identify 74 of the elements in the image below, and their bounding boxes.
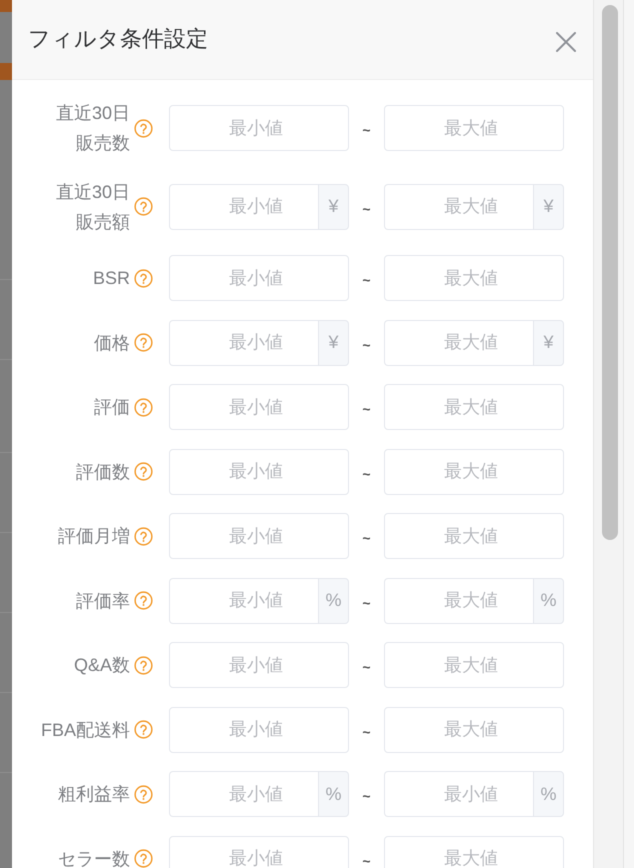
header-bar	[0, 0, 12, 12]
max-input[interactable]: 最大値	[384, 836, 564, 868]
unit-suffix: %	[533, 578, 564, 624]
help-icon[interactable]	[134, 398, 153, 416]
filter-label: 価格	[93, 332, 130, 354]
max-input[interactable]: 最小値	[384, 771, 533, 817]
range-separator: ~	[362, 336, 371, 352]
min-input[interactable]: 最小値	[169, 255, 349, 301]
min-input[interactable]: 最小値	[169, 836, 349, 868]
help-icon[interactable]	[134, 656, 153, 674]
max-input[interactable]: 最大値	[384, 513, 564, 559]
range-separator: ~	[362, 787, 371, 804]
help-icon[interactable]	[134, 462, 153, 481]
max-input[interactable]: 最大値	[384, 184, 533, 230]
unit-suffix: %	[318, 771, 349, 817]
help-icon[interactable]	[134, 526, 153, 546]
help-icon[interactable]	[134, 197, 153, 216]
max-input[interactable]: 最大値	[384, 105, 564, 151]
max-input[interactable]: 最大値	[384, 706, 564, 752]
max-input[interactable]: 最大値	[384, 320, 533, 366]
help-icon[interactable]	[134, 118, 153, 138]
max-input[interactable]: 最大値	[384, 448, 564, 494]
help-icon[interactable]	[134, 784, 153, 804]
range-separator: ~	[362, 121, 371, 138]
filter-label: 直近30日販売額	[54, 180, 130, 234]
range-separator: ~	[362, 464, 371, 482]
filter-label: 評価率	[75, 590, 130, 612]
unit-suffix: %	[318, 578, 349, 624]
filter-label: 直近30日販売数	[54, 102, 130, 155]
range-separator: ~	[362, 400, 371, 417]
min-input[interactable]: 最小値	[169, 706, 349, 752]
range-separator: ~	[362, 529, 371, 546]
range-separator: ~	[362, 852, 371, 868]
filter-label: BSR	[92, 267, 130, 290]
nav-bar	[0, 63, 12, 80]
filter-label: セラー数	[57, 848, 130, 868]
close-button[interactable]	[555, 30, 577, 52]
min-input[interactable]: 最小値	[169, 184, 318, 230]
unit-suffix: ¥	[318, 184, 349, 230]
filter-label: 評価	[93, 396, 130, 419]
filter-label: Q&A数	[72, 654, 130, 677]
range-separator: ~	[362, 200, 371, 216]
min-input[interactable]: 最小値	[169, 105, 349, 151]
max-input[interactable]: 最大値	[384, 642, 564, 688]
help-icon[interactable]	[134, 591, 153, 610]
unit-suffix: ¥	[533, 320, 564, 366]
min-input[interactable]: 最小値	[169, 578, 318, 624]
range-separator: ~	[362, 271, 371, 288]
max-input[interactable]: 最大値	[384, 578, 533, 624]
range-separator: ~	[362, 594, 371, 610]
unit-suffix: ¥	[533, 184, 564, 230]
max-input[interactable]: 最大値	[384, 255, 564, 301]
help-icon[interactable]	[134, 268, 153, 288]
help-icon[interactable]	[134, 849, 153, 868]
unit-suffix: %	[533, 771, 564, 817]
scrollbar-thumb[interactable]	[602, 5, 618, 540]
help-icon[interactable]	[134, 333, 153, 352]
max-input[interactable]: 最大値	[384, 384, 564, 430]
min-input[interactable]: 最小値	[169, 384, 349, 430]
filter-label: FBA配送料	[40, 718, 130, 742]
min-input[interactable]: 最小値	[169, 771, 318, 817]
filter-label: 評価数	[75, 460, 130, 484]
min-input[interactable]: 最小値	[169, 320, 318, 366]
unit-suffix: ¥	[318, 320, 349, 366]
range-separator: ~	[362, 722, 371, 740]
filter-label: 評価月増	[57, 525, 130, 548]
filter-label: 粗利益率	[57, 783, 130, 806]
close-icon	[556, 32, 576, 52]
min-input[interactable]: 最小値	[169, 513, 349, 559]
dialog-title: フィルタ条件設定	[28, 24, 208, 52]
help-icon[interactable]	[134, 720, 153, 739]
min-input[interactable]: 最小値	[169, 448, 349, 494]
range-separator: ~	[362, 658, 371, 675]
min-input[interactable]: 最小値	[169, 642, 349, 688]
